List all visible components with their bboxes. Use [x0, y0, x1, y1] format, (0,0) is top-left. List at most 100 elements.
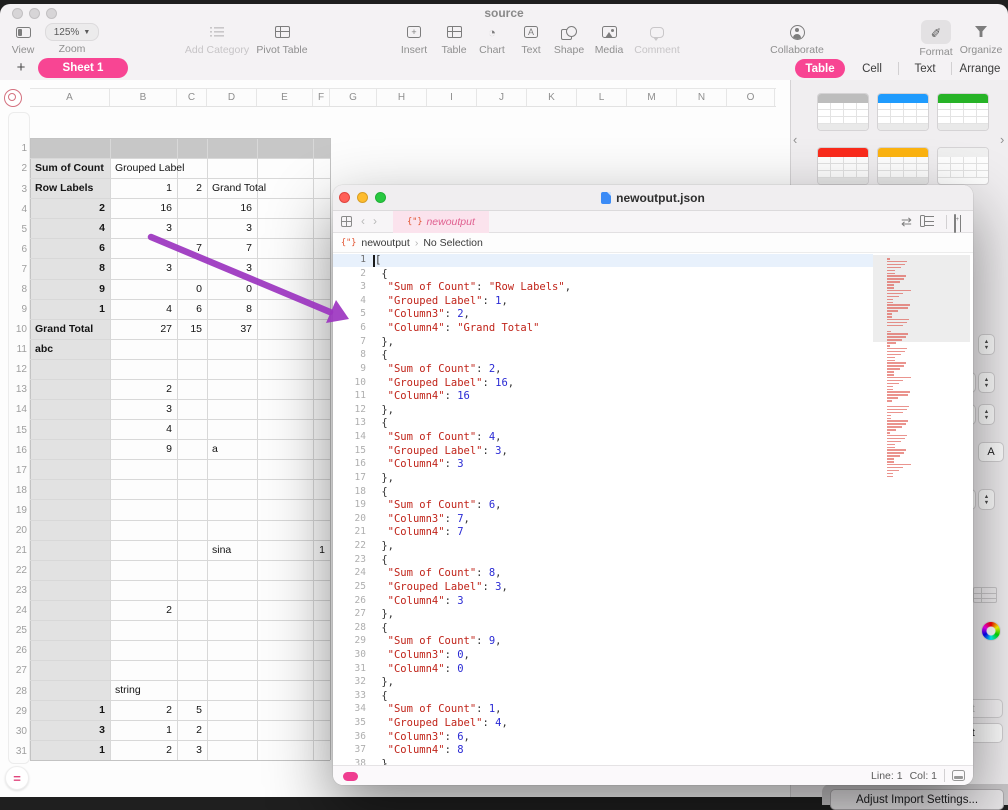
row-number-7[interactable]: 7: [9, 260, 27, 280]
column-header-E[interactable]: E: [257, 89, 313, 106]
row-number-4[interactable]: 4: [9, 200, 27, 220]
column-header-H[interactable]: H: [377, 89, 427, 106]
collaborate-button[interactable]: Collaborate: [760, 22, 834, 56]
row-number-14[interactable]: 14: [9, 400, 27, 420]
table-style-green[interactable]: [937, 93, 989, 131]
column-header-J[interactable]: J: [477, 89, 527, 106]
spreadsheet-cell-B28[interactable]: string: [115, 680, 172, 700]
row-number-11[interactable]: 11: [9, 340, 27, 360]
stepper-control[interactable]: ▲▼: [978, 334, 995, 355]
split-panel-icon[interactable]: [954, 214, 956, 233]
spreadsheet-cell-B9[interactable]: 4: [115, 299, 172, 319]
breadcrumb[interactable]: {"} newoutput › No Selection: [333, 233, 973, 253]
spreadsheet-cell-B29[interactable]: 2: [115, 700, 172, 720]
stepper-control[interactable]: ▲▼: [978, 372, 995, 393]
spreadsheet-cell-D21[interactable]: sina: [212, 540, 252, 560]
chevron-right-icon[interactable]: ›: [1000, 132, 1004, 147]
spreadsheet-cell-B10[interactable]: 27: [115, 319, 172, 339]
table-style-gray[interactable]: [817, 93, 869, 131]
spreadsheet-cell-B2[interactable]: Grouped Label: [115, 158, 172, 178]
spreadsheet-cell-A10[interactable]: Grand Total: [35, 319, 105, 339]
spreadsheet-cell-C29[interactable]: 5: [182, 700, 202, 720]
table-style-orange[interactable]: [877, 147, 929, 185]
column-header-D[interactable]: D: [207, 89, 257, 106]
row-number-16[interactable]: 16: [9, 441, 27, 461]
column-header-G[interactable]: G: [330, 89, 377, 106]
spreadsheet-cell-B15[interactable]: 4: [115, 419, 172, 439]
adjust-import-settings-button[interactable]: Adjust Import Settings...: [830, 789, 1004, 810]
column-header-C[interactable]: C: [177, 89, 207, 106]
spreadsheet-cell-C10[interactable]: 15: [182, 319, 202, 339]
format-tab-cell[interactable]: Cell: [852, 59, 892, 78]
row-number-29[interactable]: 29: [9, 702, 27, 722]
table-style-red[interactable]: [817, 147, 869, 185]
row-number-12[interactable]: 12: [9, 360, 27, 380]
spreadsheet-cell-B16[interactable]: 9: [115, 439, 172, 459]
add-sheet-button[interactable]: +: [12, 59, 30, 77]
row-number-19[interactable]: 19: [9, 501, 27, 521]
column-header-A[interactable]: A: [30, 89, 110, 106]
spreadsheet-cell-C6[interactable]: 7: [182, 238, 202, 258]
spreadsheet-cell-D7[interactable]: 3: [212, 258, 252, 278]
spreadsheet-cell-A30[interactable]: 3: [35, 720, 105, 740]
row-number-2[interactable]: 2: [9, 159, 27, 179]
formula-button[interactable]: =: [5, 766, 29, 790]
spreadsheet-cell-D3[interactable]: Grand Total: [212, 178, 252, 198]
text-style-button[interactable]: A: [978, 442, 1004, 462]
row-number-18[interactable]: 18: [9, 481, 27, 501]
spreadsheet-cell-D9[interactable]: 8: [212, 299, 252, 319]
spreadsheet-cell-A31[interactable]: 1: [35, 740, 105, 760]
row-number-20[interactable]: 20: [9, 521, 27, 541]
organize-button[interactable]: Organize: [956, 22, 1006, 56]
swap-arrows-icon[interactable]: ⇄: [901, 214, 912, 230]
spreadsheet-cell-C30[interactable]: 2: [182, 720, 202, 740]
format-tab-arrange[interactable]: Arrange: [955, 59, 1005, 78]
row-number-17[interactable]: 17: [9, 461, 27, 481]
spreadsheet-cell-B24[interactable]: 2: [115, 600, 172, 620]
spreadsheet-cell-A29[interactable]: 1: [35, 700, 105, 720]
spreadsheet-cell-B13[interactable]: 2: [115, 379, 172, 399]
select-all-handle[interactable]: [4, 89, 22, 107]
column-header-B[interactable]: B: [110, 89, 177, 106]
spreadsheet-cell-A2[interactable]: Sum of Count: [35, 158, 105, 178]
tab-overview-icon[interactable]: [341, 216, 352, 227]
spreadsheet-cell-A7[interactable]: 8: [35, 258, 105, 278]
spreadsheet-cell-B14[interactable]: 3: [115, 399, 172, 419]
spreadsheet-cell-B31[interactable]: 2: [115, 740, 172, 760]
spreadsheet-cell-B30[interactable]: 1: [115, 720, 172, 740]
code-editor[interactable]: 1[2 {3 "Sum of Count": "Row Labels",4 "G…: [333, 253, 973, 765]
zoom-dropdown[interactable]: 125%▼: [45, 23, 100, 41]
format-tab-table[interactable]: Table: [795, 59, 845, 78]
spreadsheet-cell-A5[interactable]: 4: [35, 218, 105, 238]
table-style-blue[interactable]: [877, 93, 929, 131]
chevron-left-icon[interactable]: ‹: [361, 215, 365, 227]
column-header-L[interactable]: L: [577, 89, 627, 106]
zoom-control[interactable]: 125%▼ Zoom: [42, 23, 102, 55]
row-number-28[interactable]: 28: [9, 682, 27, 702]
spreadsheet-cell-D4[interactable]: 16: [212, 198, 252, 218]
spreadsheet-cell-A8[interactable]: 9: [35, 279, 105, 299]
spreadsheet-cell-A9[interactable]: 1: [35, 299, 105, 319]
spreadsheet-cell-A4[interactable]: 2: [35, 198, 105, 218]
row-number-6[interactable]: 6: [9, 240, 27, 260]
tab-sheet-1[interactable]: Sheet 1: [38, 58, 128, 78]
spreadsheet-cell-A3[interactable]: Row Labels: [35, 178, 105, 198]
row-number-24[interactable]: 24: [9, 601, 27, 621]
spreadsheet-cell-F21[interactable]: 1: [318, 540, 325, 560]
row-number-23[interactable]: 23: [9, 581, 27, 601]
spreadsheet-cell-C8[interactable]: 0: [182, 279, 202, 299]
view-button[interactable]: View: [6, 22, 40, 56]
row-number-25[interactable]: 25: [9, 621, 27, 641]
spreadsheet-cell-A6[interactable]: 6: [35, 238, 105, 258]
spreadsheet-cell-A11[interactable]: abc: [35, 339, 105, 359]
spreadsheet-cell-B5[interactable]: 3: [115, 218, 172, 238]
format-tab-text[interactable]: Text: [905, 59, 945, 78]
spreadsheet-cell-B3[interactable]: 1: [115, 178, 172, 198]
column-header-O[interactable]: O: [727, 89, 775, 106]
stepper-control[interactable]: ▲▼: [978, 404, 995, 425]
column-header-K[interactable]: K: [527, 89, 577, 106]
spreadsheet-cell-D8[interactable]: 0: [212, 279, 252, 299]
spreadsheet-cell-D5[interactable]: 3: [212, 218, 252, 238]
spreadsheet-cell-C3[interactable]: 2: [182, 178, 202, 198]
column-header-M[interactable]: M: [627, 89, 677, 106]
